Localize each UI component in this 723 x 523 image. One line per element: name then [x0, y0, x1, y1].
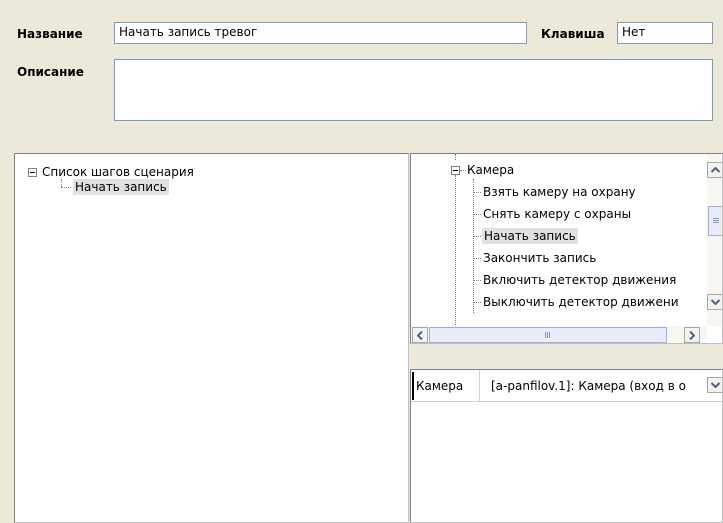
description-field[interactable]	[114, 59, 713, 121]
tree-line	[473, 179, 474, 313]
arrow-right-icon[interactable]	[684, 327, 700, 343]
tree-line	[473, 258, 481, 259]
name-label: Название	[17, 27, 83, 41]
tree-line	[473, 236, 481, 237]
action-item[interactable]: Взять камеру на охрану	[483, 184, 636, 200]
collapse-icon[interactable]	[28, 168, 37, 177]
steps-root[interactable]: Список шагов сценария	[42, 164, 194, 180]
action-item[interactable]: Снять камеру с охраны	[483, 206, 631, 222]
action-item[interactable]: Закончить запись	[483, 250, 596, 266]
action-item-selected[interactable]: Начать запись	[482, 228, 578, 244]
tree-line	[473, 280, 481, 281]
steps-tree-panel[interactable]: Список шагов сценария Начать запись	[14, 153, 409, 523]
property-value-select[interactable]: [a-panfilov.1]: Камера (вход в о	[491, 379, 705, 393]
key-field[interactable]: Нет	[617, 22, 713, 44]
name-field[interactable]: Начать запись тревог	[114, 22, 527, 44]
tree-line	[473, 302, 481, 303]
tree-line	[455, 154, 456, 160]
property-label: Камера	[416, 379, 464, 393]
description-label: Описание	[17, 65, 84, 79]
vertical-scroll-thumb[interactable]	[708, 206, 722, 236]
tree-line	[473, 192, 481, 193]
tree-line	[61, 179, 62, 187]
chevron-down-icon[interactable]	[707, 377, 722, 393]
actions-root[interactable]: Камера	[467, 162, 514, 178]
arrow-left-icon[interactable]	[412, 327, 428, 343]
column-divider	[479, 370, 480, 402]
tree-line	[61, 187, 71, 188]
step-item[interactable]: Начать запись	[73, 179, 169, 195]
arrow-up-icon[interactable]	[707, 162, 722, 178]
properties-panel[interactable]: Камера [a-panfilov.1]: Камера (вход в о	[410, 369, 723, 523]
collapse-icon[interactable]	[451, 166, 460, 175]
horizontal-scroll-thumb[interactable]	[429, 327, 667, 343]
key-label: Клавиша	[541, 27, 605, 41]
action-item[interactable]: Включить детектор движения	[483, 272, 676, 288]
actions-tree-panel[interactable]: Камера Взять камеру на охрану Снять каме…	[410, 153, 723, 344]
tree-line	[473, 214, 481, 215]
tree-line	[455, 175, 456, 343]
arrow-down-icon[interactable]	[707, 294, 722, 310]
tree-line	[460, 170, 466, 171]
action-item[interactable]: Выключить детектор движени	[483, 294, 709, 310]
row-marker	[412, 372, 414, 400]
